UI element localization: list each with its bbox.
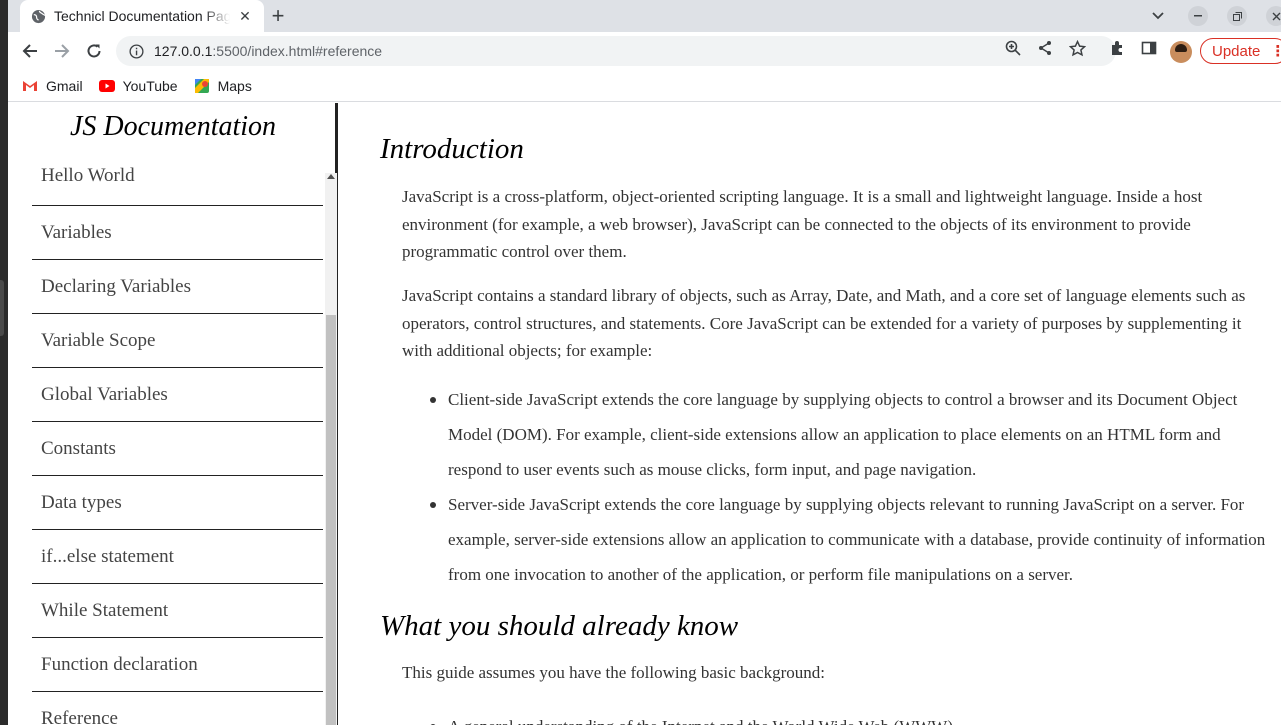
bookmark-label: Gmail: [46, 77, 83, 94]
youtube-icon: [98, 78, 115, 94]
list-item: A general understanding of the Internet …: [402, 709, 1268, 725]
page-viewport: JS Documentation Hello World Variables D…: [8, 103, 1281, 725]
tab-title: Technicl Documentation Pag: [54, 8, 230, 24]
list-item: Server-side JavaScript extends the core …: [402, 487, 1268, 592]
know-list: A general understanding of the Internet …: [402, 709, 1268, 725]
nav-title: JS Documentation: [69, 111, 277, 142]
info-icon[interactable]: [128, 43, 144, 59]
intro-paragraph-2: JavaScript contains a standard library o…: [402, 286, 1246, 360]
profile-avatar[interactable]: [1170, 41, 1192, 63]
list-item: Client-side JavaScript extends the core …: [402, 382, 1268, 487]
tab-search-icon[interactable]: [1148, 6, 1168, 26]
minimize-icon[interactable]: [1188, 6, 1208, 26]
share-icon[interactable]: [1036, 39, 1054, 57]
nav-link-data-types[interactable]: Data types: [32, 476, 323, 530]
section-title-what-you-should-know: What you should already know: [380, 610, 739, 642]
tab-strip: Technicl Documentation Pag ✕ +: [8, 0, 1281, 32]
url-host: 127.0.0.1: [154, 43, 213, 59]
menu-kebab-icon[interactable]: ⋮: [1270, 42, 1281, 60]
intro-paragraph-1: JavaScript is a cross-platform, object-o…: [402, 187, 1203, 261]
scroll-up-arrow-icon[interactable]: [327, 174, 335, 179]
nav-link-function-declaration[interactable]: Function declaration: [32, 638, 323, 692]
navbar: JS Documentation Hello World Variables D…: [8, 103, 338, 725]
nav-scroll-thumb[interactable]: [326, 315, 336, 725]
zoom-icon[interactable]: [1004, 39, 1022, 57]
nav-link-while-statement[interactable]: While Statement: [32, 584, 323, 638]
maps-icon: [194, 78, 210, 94]
reload-icon[interactable]: [82, 39, 106, 63]
nav-link-reference[interactable]: Reference: [32, 692, 323, 725]
nav-link-variables[interactable]: Variables: [32, 206, 323, 260]
tab-close-icon[interactable]: ✕: [236, 7, 254, 25]
nav-link-global-variables[interactable]: Global Variables: [32, 368, 323, 422]
dock-active-indicator: [0, 280, 4, 336]
forward-arrow-icon[interactable]: [50, 39, 74, 63]
nav-list: Hello World Variables Declaring Variable…: [32, 151, 323, 725]
bookmark-label: YouTube: [122, 77, 178, 94]
bookmark-youtube[interactable]: YouTube: [98, 77, 178, 94]
side-panel-icon[interactable]: [1140, 39, 1158, 57]
desktop-dock: [0, 0, 8, 725]
globe-icon: [30, 8, 46, 24]
extensions-icon[interactable]: [1108, 39, 1126, 57]
nav-link-declaring-variables[interactable]: Declaring Variables: [32, 260, 323, 314]
bookmark-gmail[interactable]: Gmail: [22, 78, 83, 94]
gmail-icon: [22, 78, 38, 94]
star-icon[interactable]: [1068, 39, 1086, 57]
nav-link-hello-world[interactable]: Hello World: [32, 151, 323, 206]
intro-list: Client-side JavaScript extends the core …: [402, 382, 1268, 592]
browser-toolbar: 127.0.0.1:5500/index.html#reference Upda…: [8, 32, 1281, 70]
nav-link-variable-scope[interactable]: Variable Scope: [32, 314, 323, 368]
tab-active[interactable]: Technicl Documentation Pag ✕: [20, 0, 264, 32]
update-label: Update: [1212, 42, 1261, 60]
nav-scrollbar[interactable]: [325, 173, 337, 725]
restore-icon[interactable]: [1227, 6, 1247, 26]
new-tab-button[interactable]: +: [266, 4, 290, 28]
nav-link-constants[interactable]: Constants: [32, 422, 323, 476]
know-paragraph: This guide assumes you have the followin…: [402, 663, 826, 682]
address-bar[interactable]: 127.0.0.1:5500/index.html#reference: [116, 36, 1116, 66]
url-path: :5500/index.html#reference: [212, 43, 383, 59]
nav-link-if-else-statement[interactable]: if...else statement: [32, 530, 323, 584]
bookmark-maps[interactable]: Maps: [194, 78, 252, 94]
close-window-icon[interactable]: [1266, 6, 1281, 26]
bookmarks-bar: Gmail YouTube Maps: [8, 70, 1281, 102]
back-arrow-icon[interactable]: [18, 39, 42, 63]
update-button[interactable]: Update ⋮: [1200, 38, 1281, 64]
section-title-introduction: Introduction: [380, 133, 524, 165]
bookmark-label: Maps: [217, 77, 252, 94]
